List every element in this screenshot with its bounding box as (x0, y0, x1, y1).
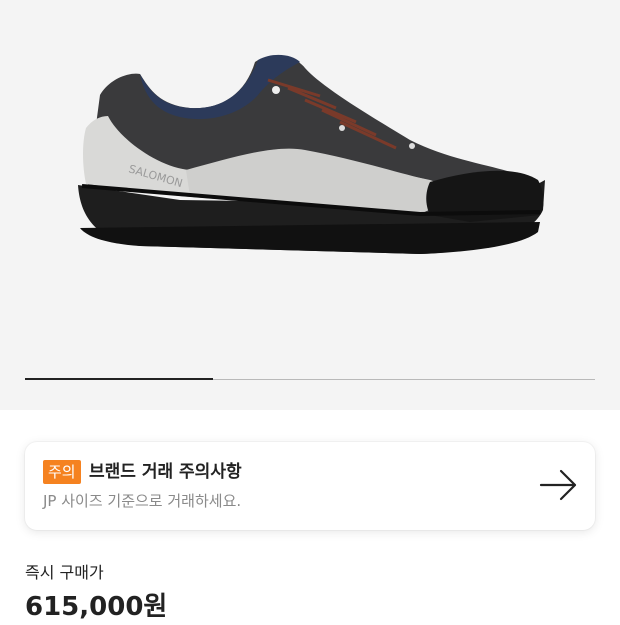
instant-buy-price-label: 즉시 구매가 (25, 563, 104, 582)
arrow-right-icon[interactable] (539, 468, 579, 502)
gallery-progress-indicator (25, 378, 214, 380)
gallery-progress-bar (25, 378, 595, 380)
product-image: SALOMON (78, 54, 545, 254)
notice-title: 브랜드 거래 주의사항 (89, 462, 242, 482)
notice-subtitle: JP 사이즈 기준으로 거래하세요. (43, 492, 242, 510)
product-image-gallery[interactable]: SALOMON (0, 0, 620, 410)
notice-badge: 주의 (43, 460, 81, 484)
brand-trade-notice-card[interactable]: 주의 브랜드 거래 주의사항 JP 사이즈 기준으로 거래하세요. (25, 442, 595, 530)
